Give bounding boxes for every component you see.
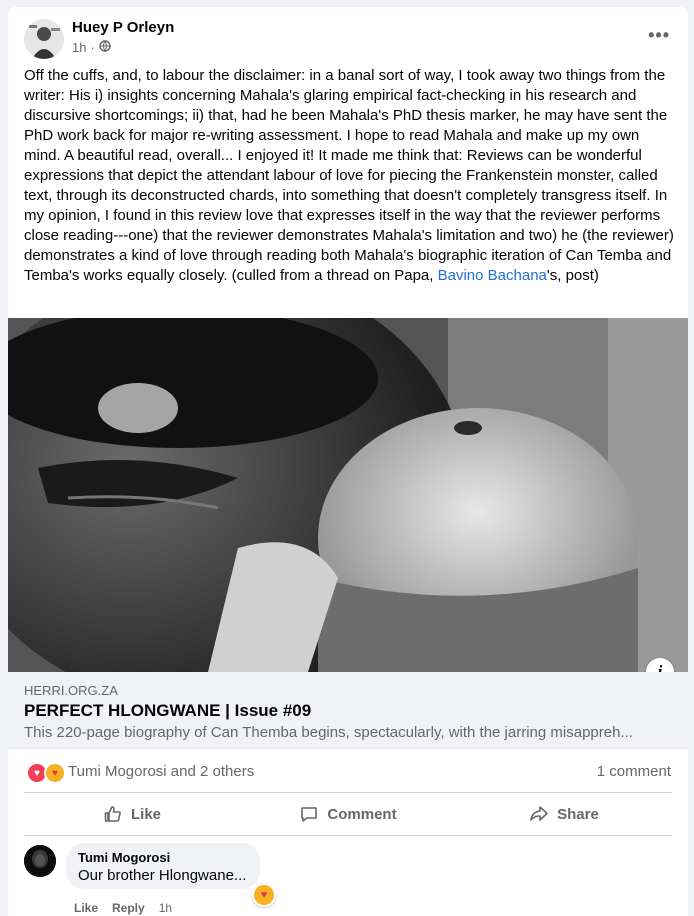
comment-count[interactable]: 1 comment [597,763,671,780]
comment-actions: Like Reply 1h [74,901,172,915]
author-avatar[interactable] [24,19,64,59]
comment-bubble: Tumi Mogorosi Our brother Hlongwane... [66,843,260,889]
link-domain: HERRI.ORG.ZA [24,683,118,698]
comment-like-button[interactable]: Like [74,901,98,915]
meta-separator: · [90,40,95,55]
reactors-text[interactable]: Tumi Mogorosi and 2 others [68,763,254,780]
share-button[interactable]: Share [456,793,672,835]
post-meta: 1h · [72,40,111,55]
author-name[interactable]: Huey P Orleyn [72,19,174,36]
mention-link[interactable]: Bavino Bachana [438,267,547,284]
reaction-stats: ♥ ♥ Tumi Mogorosi and 2 others 1 comment [8,748,688,792]
care-icon: ♥ [44,762,66,784]
commenter-avatar[interactable] [24,845,56,877]
comment-label: Comment [327,805,397,823]
link-description: This 220-page biography of Can Themba be… [24,724,633,741]
post-body-tail: 's, post) [546,267,599,284]
post-header: Huey P Orleyn 1h · ••• [8,7,688,65]
comment: Tumi Mogorosi Our brother Hlongwane... ♥… [24,843,672,916]
link-title[interactable]: PERFECT HLONGWANE | Issue #09 [24,701,311,721]
comment-icon [301,807,318,822]
comment-reply-button[interactable]: Reply [112,901,145,915]
commenter-name[interactable]: Tumi Mogorosi [78,850,170,865]
post-body: Off the cuffs, and, to labour the discla… [24,67,674,284]
link-preview[interactable]: HERRI.ORG.ZA PERFECT HLONGWANE | Issue #… [8,672,688,749]
comment-text: Our brother Hlongwane... [78,867,247,884]
post-time[interactable]: 1h [72,40,86,55]
post-actions: Like Comment Share [24,792,672,836]
post-card: Huey P Orleyn 1h · ••• Off the cuffs, an… [8,7,688,916]
care-icon[interactable]: ♥ [252,883,276,907]
more-options-icon[interactable]: ••• [648,25,670,46]
share-label: Share [557,805,599,823]
reaction-icons[interactable]: ♥ ♥ [26,762,66,784]
share-icon [530,806,548,821]
like-icon [104,806,121,822]
post-text: Off the cuffs, and, to labour the discla… [24,66,676,286]
comment-time[interactable]: 1h [159,901,172,915]
comment-button[interactable]: Comment [240,793,456,835]
like-label: Like [130,805,161,823]
link-preview-image[interactable]: i [8,318,688,672]
globe-icon[interactable] [99,40,111,55]
like-button[interactable]: Like [24,793,240,835]
